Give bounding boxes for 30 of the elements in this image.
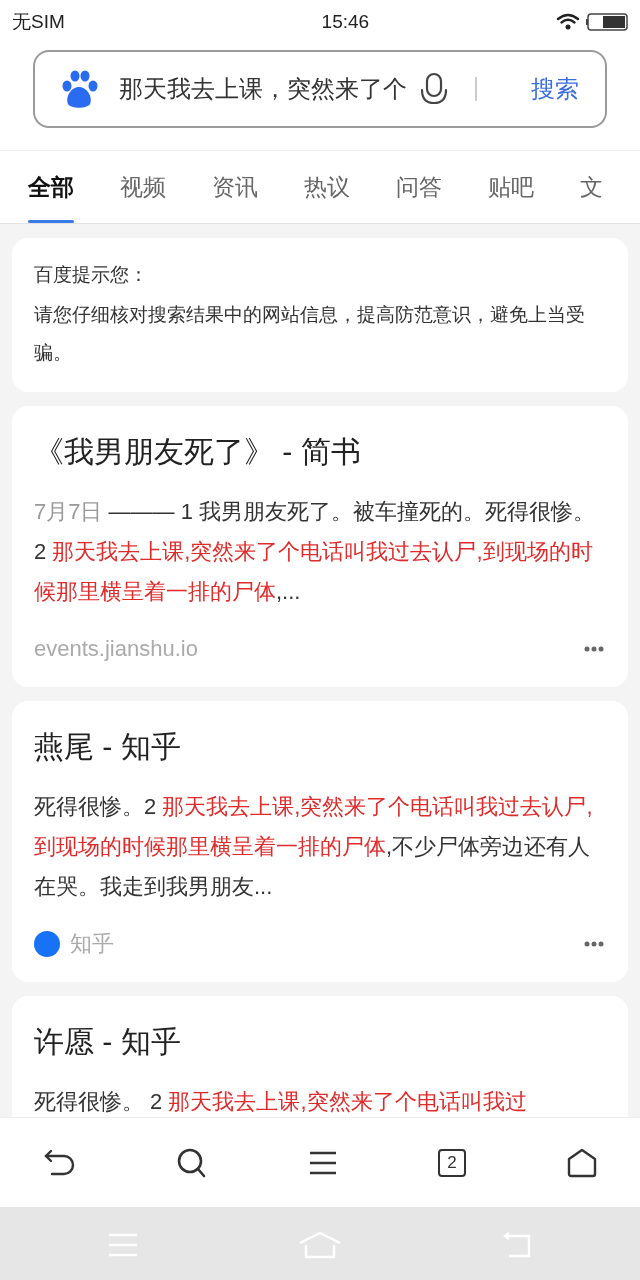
tab-count-button[interactable]: 2 [438,1148,466,1177]
more-icon[interactable] [584,645,604,652]
tab[interactable]: 文 [580,151,603,223]
result-snippet: 死得很惨。2 那天我去上课,突然来了个电话叫我过去认尸,到现场的时候那里横呈着一排的尸体,不少尸体旁边还有人在哭。我走到我男朋友... [34,793,594,901]
tab[interactable]: 视频 [120,151,166,223]
result-title[interactable]: 《我男朋友死了》 - 简书 [34,432,606,472]
more-icon[interactable] [584,940,604,947]
microphone-icon[interactable] [419,72,449,106]
back-icon[interactable] [42,1147,76,1178]
site-logo-icon [34,930,60,957]
result-title[interactable]: 燕尾 - 知乎 [34,727,606,767]
status-time: 15:46 [321,9,370,34]
tab[interactable]: 全部 [28,151,74,223]
result-snippet: 7月7日 ——— 1 我男朋友死了。被车撞死的。死得很惨。2 那天我去上课,突然来了个电话叫我过去认尸,到现场的时候那里横呈着一排的尸体,... [34,498,597,606]
menu-icon[interactable] [308,1149,338,1176]
carrier-label: 无SIM [12,9,65,34]
wifi-icon [556,13,580,31]
tab[interactable]: 资讯 [212,151,258,223]
tab[interactable]: 热议 [304,151,350,223]
battery-icon [586,13,628,31]
result-snippet: 死得很惨。 2 那天我去上课,突然来了个电话叫我过 [34,1088,528,1116]
notice-text: 请您仔细核对搜索结果中的网站信息，提高防范意识，避免上当受骗。 [34,303,586,365]
search-field[interactable]: 那天我去上课，突然来了个 搜索 [33,50,607,128]
tab[interactable]: 贴吧 [488,151,534,223]
search-button[interactable]: 搜索 [531,71,579,107]
tab[interactable]: 问答 [396,151,442,223]
search-icon[interactable] [176,1146,208,1179]
result-title[interactable]: 许愿 - 知乎 [34,1022,606,1062]
home-icon[interactable] [566,1147,598,1178]
notice-title: 百度提示您： [34,263,149,287]
